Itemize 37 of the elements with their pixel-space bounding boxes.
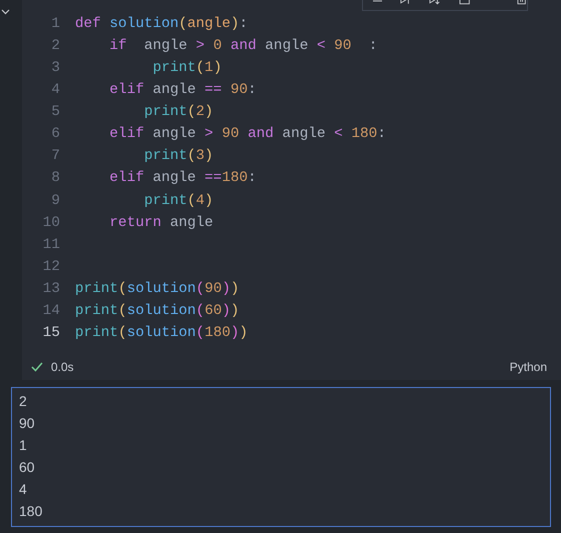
code-line: print(4) (143, 192, 214, 210)
code-line: def solution(angle): (75, 15, 248, 34)
line-number: 15 (42, 324, 60, 343)
output-line: 90 (19, 414, 36, 433)
line-number: 9 (50, 192, 60, 210)
output-line: 1 (19, 436, 28, 455)
line-number: 2 (50, 37, 60, 56)
line-number: 5 (50, 103, 60, 122)
line-number: 1 (50, 15, 60, 34)
code-line: elif angle > 90 and angle < 180: (108, 125, 386, 144)
code-line: print(solution(180)) (75, 324, 248, 343)
line-number: 12 (42, 258, 60, 277)
output-line: 60 (19, 458, 36, 477)
line-number: 11 (42, 236, 60, 255)
line-number: 3 (50, 59, 60, 78)
chevron-icon[interactable] (1, 9, 10, 15)
output-line: 4 (19, 480, 28, 499)
line-number: 8 (50, 169, 60, 188)
execution-time: 0.0s (51, 358, 74, 376)
code-line: if angle > 0 and angle < 90 : (108, 37, 378, 56)
code-line: print(2) (143, 103, 214, 122)
line-number: 14 (42, 302, 60, 321)
code-line: elif angle ==180: (108, 169, 256, 188)
output-line: 180 (19, 502, 44, 521)
code-line: elif angle == 90: (108, 81, 256, 100)
code-line: print(3) (143, 147, 214, 166)
output-line: 2 (19, 392, 28, 411)
line-number: 7 (50, 147, 60, 166)
language-label[interactable]: Python (510, 358, 547, 376)
line-number: 6 (50, 125, 60, 144)
code-line: return angle (108, 214, 214, 233)
code-line: print(1) (152, 59, 222, 78)
line-number: 13 (42, 280, 60, 299)
line-number: 4 (50, 81, 60, 100)
code-line: print(solution(60)) (75, 302, 240, 321)
line-number: 10 (42, 214, 60, 233)
code-line: print(solution(90)) (75, 280, 240, 299)
